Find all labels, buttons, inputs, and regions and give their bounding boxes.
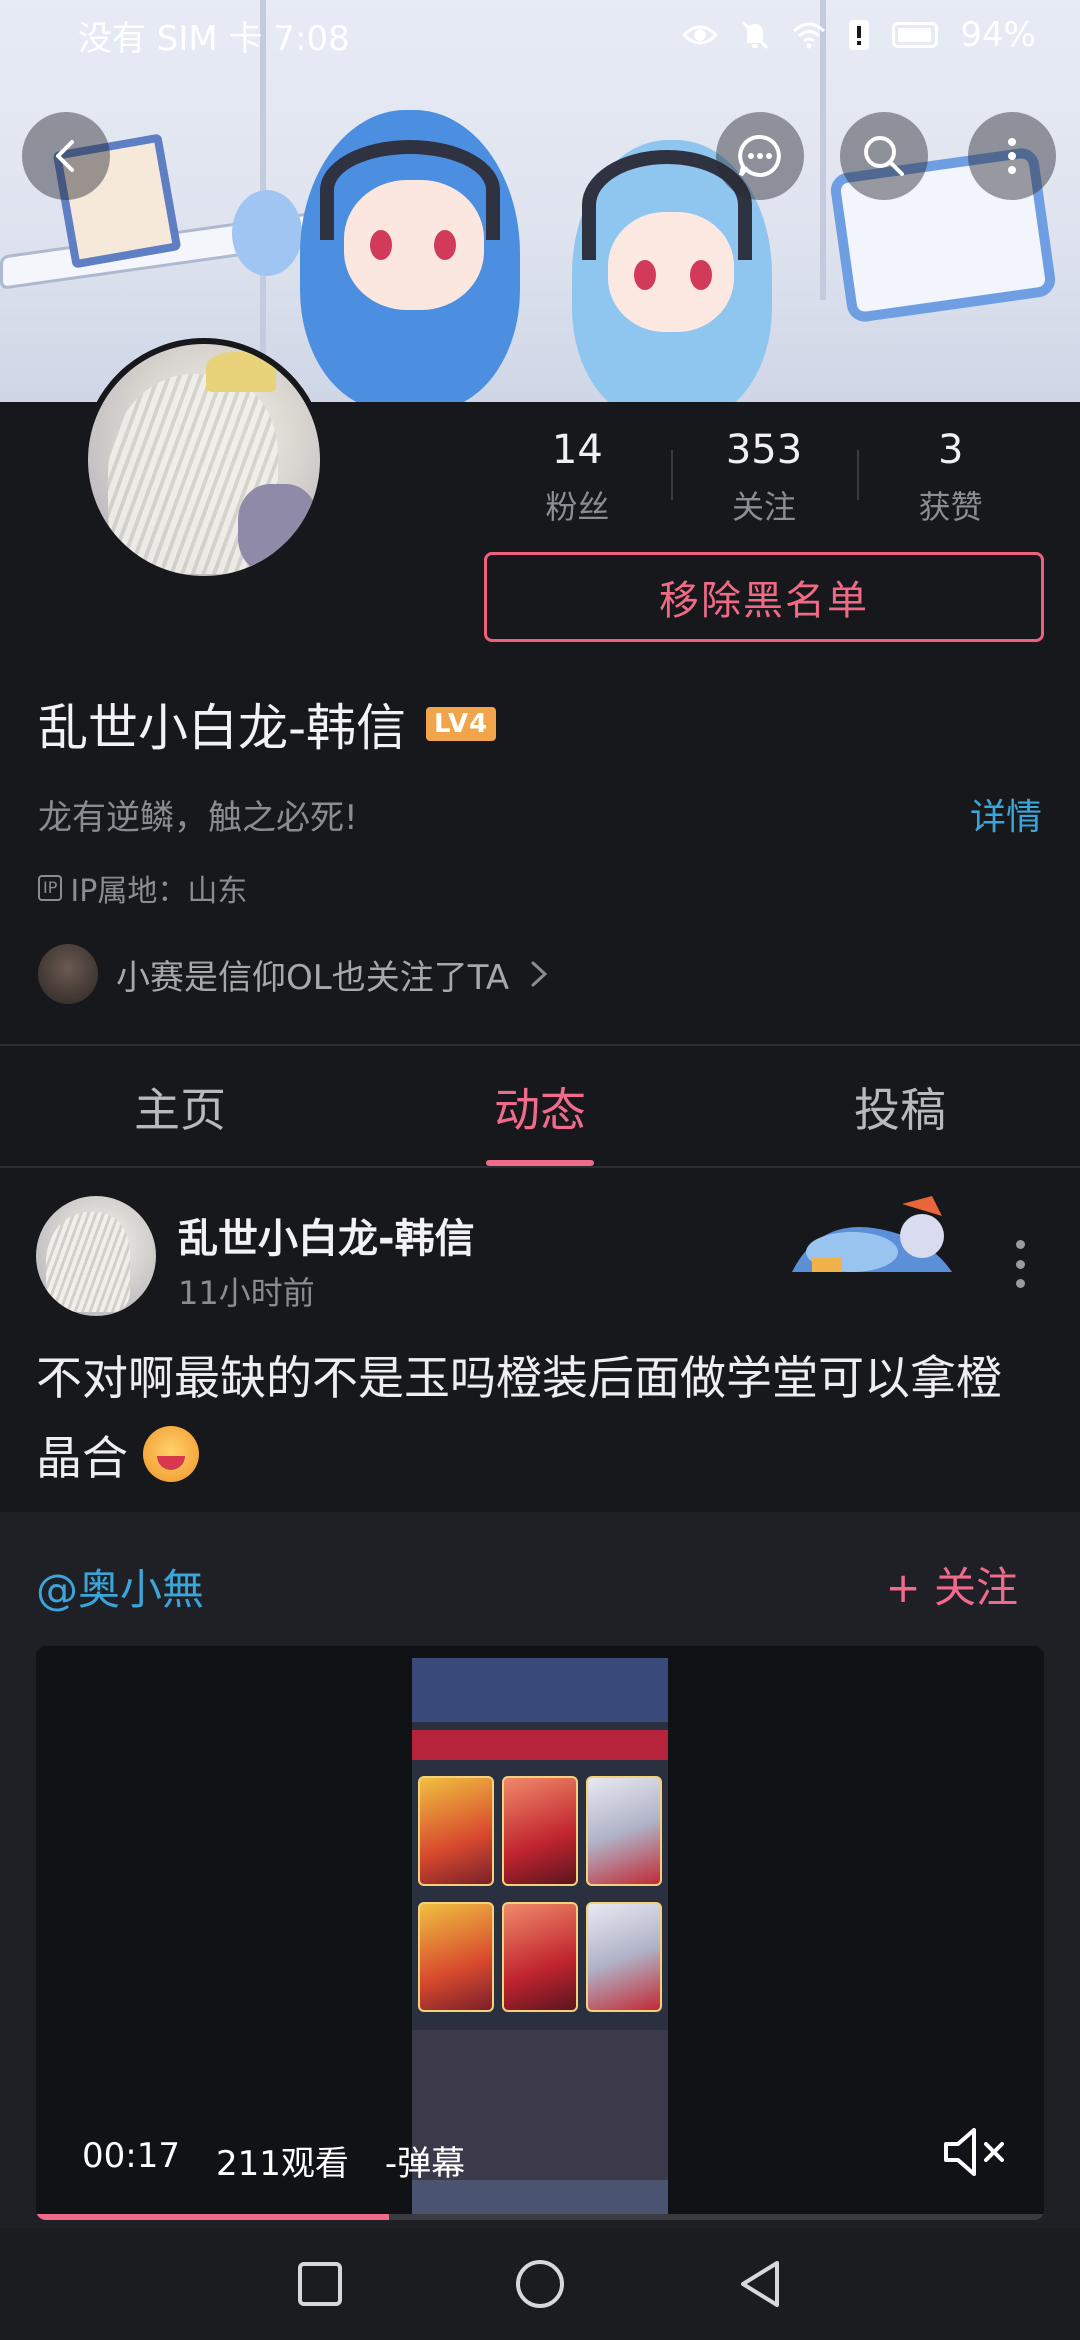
- stat-fans[interactable]: 14 粉丝: [484, 428, 671, 528]
- emoji-icon: [142, 1426, 199, 1482]
- search-button[interactable]: [840, 112, 928, 200]
- video-info: 00:17 211观看 -弹幕: [82, 2136, 465, 2185]
- stat-fans-label: 粉丝: [545, 488, 610, 526]
- system-back-button[interactable]: [730, 2254, 790, 2314]
- video-frame: [412, 1658, 668, 2218]
- tab-dynamics[interactable]: 动态: [360, 1048, 720, 1166]
- post-author-name[interactable]: 乱世小白龙-韩信: [178, 1206, 475, 1264]
- video-views: 211观看: [215, 2144, 349, 2184]
- square-recent-icon: [298, 2262, 342, 2306]
- circle-home-icon: [516, 2260, 564, 2308]
- mute-button[interactable]: [940, 2122, 1010, 2182]
- post-timestamp: 11小时前: [178, 1274, 315, 1312]
- detail-link[interactable]: 详情: [970, 788, 1042, 840]
- follow-button[interactable]: + 关注: [885, 1554, 1018, 1615]
- stat-likes-label: 获赞: [918, 488, 983, 526]
- mutual-follow-text: 小赛是信仰OL也关注了TA: [116, 957, 510, 998]
- more-button[interactable]: [968, 112, 1056, 200]
- decoration-pendant: [792, 1196, 952, 1272]
- profile-name-row: 乱世小白龙-韩信 LV4: [38, 688, 497, 760]
- stat-following-label: 关注: [732, 488, 797, 526]
- banner-character-1: [300, 110, 520, 402]
- more-vertical-icon: [1008, 138, 1016, 174]
- status-carrier-time: 没有 SIM 卡 7:08: [78, 18, 350, 59]
- ip-location-text: IP属地：山东: [70, 874, 248, 909]
- video-progress-bar[interactable]: [36, 2214, 1044, 2220]
- battery-percent: 94%: [960, 15, 1036, 55]
- message-button[interactable]: [716, 112, 804, 200]
- back-button[interactable]: [22, 112, 110, 200]
- mutual-avatar: [38, 944, 98, 1004]
- repost-username[interactable]: @奥小無: [36, 1556, 204, 1617]
- alert-icon: [849, 20, 870, 50]
- home-button[interactable]: [510, 2254, 570, 2314]
- mutual-follow-row[interactable]: 小赛是信仰OL也关注了TA: [38, 944, 551, 1004]
- stat-following[interactable]: 353 关注: [670, 427, 858, 528]
- ip-tag-icon: IP: [38, 875, 63, 901]
- profile-name: 乱世小白龙-韩信: [38, 699, 407, 757]
- system-nav-bar: [0, 2228, 1080, 2340]
- video-progress-fill: [36, 2214, 389, 2220]
- message-icon: [738, 135, 781, 177]
- stat-following-value: 353: [725, 427, 803, 473]
- repost-card[interactable]: @奥小無 + 关注 00:17 211观看 -弹幕: [0, 1512, 1080, 2228]
- profile-bio: 龙有逆鳞，触之必死!: [38, 798, 358, 838]
- tab-home[interactable]: 主页: [0, 1048, 360, 1166]
- video-time: 00:17: [82, 2136, 180, 2176]
- post-more-button[interactable]: [1008, 1240, 1032, 1288]
- eye-icon: [682, 25, 719, 45]
- battery-icon: [892, 22, 939, 48]
- level-badge: LV4: [426, 707, 497, 741]
- triangle-back-icon: [741, 2261, 779, 2307]
- profile-tabs: 主页 动态 投稿: [0, 1048, 1080, 1166]
- video-player[interactable]: 00:17 211观看 -弹幕: [36, 1646, 1044, 2220]
- stat-fans-value: 14: [551, 427, 603, 473]
- post-content: 不对啊最缺的不是玉吗橙装后面做学堂可以拿橙晶合: [36, 1338, 1046, 1498]
- bell-off-icon: [742, 20, 769, 50]
- stat-likes-value: 3: [937, 427, 964, 473]
- recent-apps-button[interactable]: [290, 2254, 350, 2314]
- remove-from-blacklist-button[interactable]: 移除黑名单: [484, 552, 1044, 642]
- wifi-icon: [793, 22, 826, 49]
- profile-stats: 14 粉丝 353 关注 3 获赞: [484, 428, 1044, 528]
- chevron-right-icon: [531, 961, 548, 987]
- status-bar: 没有 SIM 卡 7:08 94%: [0, 0, 1080, 70]
- divider: [0, 1044, 1080, 1046]
- stat-likes[interactable]: 3 获赞: [857, 428, 1044, 528]
- banner-chibi-figure: [232, 190, 302, 276]
- back-arrow-icon: [56, 140, 74, 172]
- search-icon: [864, 136, 904, 176]
- divider: [0, 1166, 1080, 1168]
- post-author-avatar[interactable]: [36, 1196, 156, 1316]
- profile-avatar[interactable]: [82, 338, 326, 582]
- tab-submissions[interactable]: 投稿: [720, 1048, 1080, 1166]
- ip-location: IP IP属地：山东: [38, 866, 247, 910]
- video-danmaku: -弹幕: [384, 2144, 466, 2184]
